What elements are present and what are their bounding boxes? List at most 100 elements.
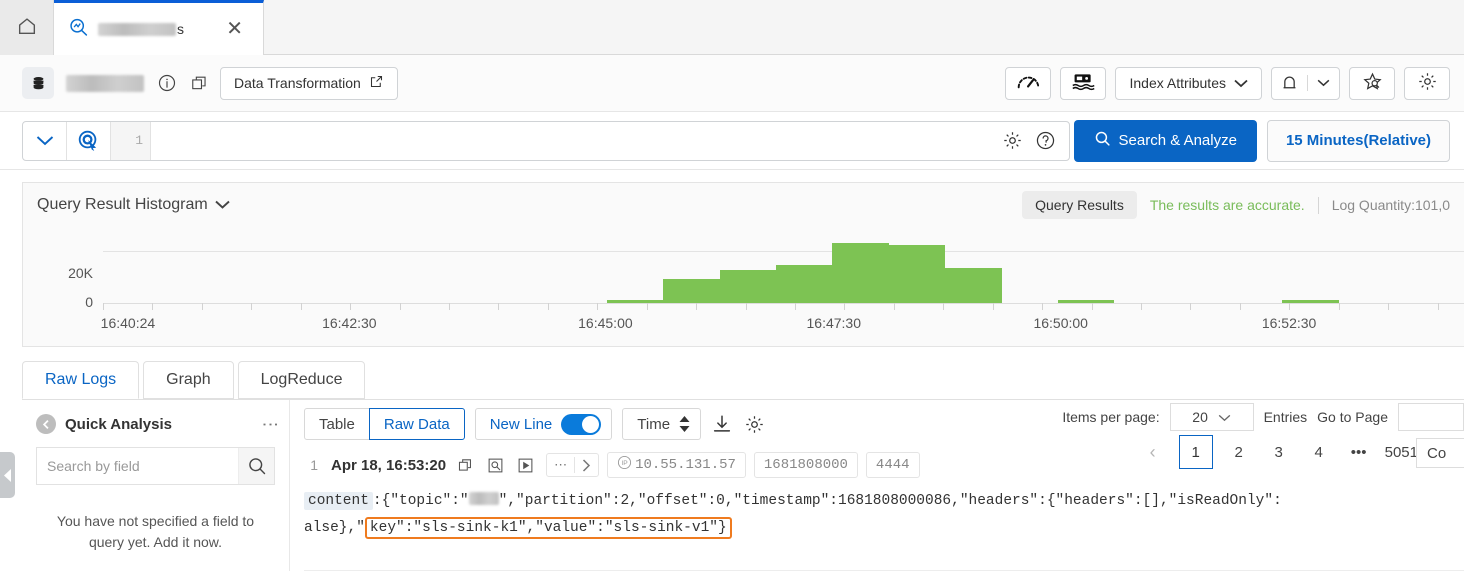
items-per-page-value: 20 xyxy=(1192,409,1208,425)
tag-offset[interactable]: 1681808000 xyxy=(753,452,858,478)
page-button-4[interactable]: 4 xyxy=(1305,437,1333,467)
copy-icon[interactable] xyxy=(188,72,210,94)
x-axis-tick xyxy=(1289,303,1291,310)
query-results-chip[interactable]: Query Results xyxy=(1022,191,1137,219)
expand-editor-button[interactable] xyxy=(23,121,67,160)
x-axis-tick xyxy=(992,303,994,310)
table-view-button[interactable]: Table xyxy=(304,408,370,440)
log-content[interactable]: content:{"topic":" ","partition":2,"offse… xyxy=(290,478,1464,542)
consumption-preview-button[interactable] xyxy=(1060,66,1107,100)
search-by-field-input[interactable] xyxy=(37,448,238,484)
raw-logs-results: Table Raw Data New Line Time Items per p… xyxy=(290,400,1464,571)
histogram-bar[interactable] xyxy=(663,279,720,303)
dashboard-gauge-button[interactable] xyxy=(1005,66,1052,100)
browser-tab[interactable]: s ✕ xyxy=(54,0,264,55)
alarm-split-button[interactable] xyxy=(1271,66,1340,100)
x-axis-tick xyxy=(696,303,698,310)
search-and-analyze-button[interactable]: Search & Analyze xyxy=(1073,119,1257,162)
page-button-3[interactable]: 3 xyxy=(1265,437,1293,467)
confirm-page-button[interactable]: Co xyxy=(1416,438,1464,468)
copy-icon[interactable] xyxy=(454,454,476,476)
ellipsis-icon[interactable]: ⋯ xyxy=(547,454,574,476)
histogram-status: Query Results The results are accurate. … xyxy=(1022,191,1450,219)
go-to-page-input[interactable] xyxy=(1398,403,1464,431)
close-icon[interactable]: ✕ xyxy=(220,19,249,39)
page-button-1[interactable]: 1 xyxy=(1178,435,1213,469)
search-analytics-icon xyxy=(68,17,89,41)
x-axis-tick xyxy=(498,303,500,310)
info-circle-icon[interactable] xyxy=(156,72,178,94)
search-bar: 1 Search & Analyze 15 Minutes(Relative) xyxy=(0,112,1464,170)
gear-icon[interactable] xyxy=(1002,130,1024,152)
collapse-left-icon[interactable] xyxy=(0,452,15,498)
download-icon[interactable] xyxy=(711,413,733,435)
x-axis-tick xyxy=(251,303,253,310)
page-button-2[interactable]: 2 xyxy=(1225,437,1253,467)
time-range-button[interactable]: 15 Minutes(Relative) xyxy=(1266,119,1450,162)
page-ellipsis[interactable]: ••• xyxy=(1345,437,1373,467)
redacted-logstore-name xyxy=(66,74,144,92)
gauge-icon xyxy=(1016,72,1041,95)
new-line-toggle[interactable] xyxy=(561,413,602,435)
chevron-right-icon[interactable] xyxy=(575,454,598,476)
settings-button[interactable] xyxy=(1404,66,1450,100)
row-divider xyxy=(304,570,1464,571)
field-search-box[interactable] xyxy=(36,447,275,485)
search-icon xyxy=(1094,130,1111,151)
pagination: Items per page: 20 Entries Go to Page ‹ … xyxy=(959,400,1464,470)
new-line-toggle-button[interactable]: New Line xyxy=(474,408,613,440)
bell-icon[interactable] xyxy=(1272,68,1307,99)
x-axis-tick xyxy=(300,303,302,310)
histogram-title-dropdown[interactable]: Query Result Histogram xyxy=(37,196,230,214)
chevron-down-icon xyxy=(1234,75,1248,91)
search-icon[interactable] xyxy=(238,448,274,484)
highlighted-key-value: key":"sls-sink-k1","value":"sls-sink-v1"… xyxy=(364,517,732,539)
time-sort-button[interactable]: Time xyxy=(622,408,702,440)
data-transformation-button[interactable]: Data Transformation xyxy=(220,66,398,100)
play-box-icon[interactable] xyxy=(514,454,536,476)
favorite-button[interactable] xyxy=(1349,66,1395,100)
page-button-last[interactable]: 5051 xyxy=(1385,437,1418,467)
chart-plot-area xyxy=(103,235,1464,303)
tab-graph[interactable]: Graph xyxy=(143,361,234,399)
content-line1-pre: :{"topic":" xyxy=(372,493,469,509)
quick-analysis-title: Quick Analysis xyxy=(65,415,172,433)
gear-icon xyxy=(1417,71,1438,95)
x-axis-tick xyxy=(795,303,796,310)
more-vertical-icon[interactable]: ⋮ xyxy=(261,416,280,433)
index-attributes-button[interactable]: Index Attributes xyxy=(1115,66,1262,100)
gear-icon[interactable] xyxy=(743,413,765,435)
x-axis-tick xyxy=(597,303,599,310)
tag-ip[interactable]: IP 10.55.131.57 xyxy=(607,452,746,478)
histogram-bar[interactable] xyxy=(945,268,1002,303)
histogram-bar[interactable] xyxy=(776,265,833,303)
results-area: Quick Analysis ⋮ You have not specified … xyxy=(22,399,1464,571)
x-axis-tick xyxy=(103,303,104,310)
tab-logreduce[interactable]: LogReduce xyxy=(237,361,366,399)
chevron-down-icon[interactable] xyxy=(1308,68,1339,99)
raw-data-view-button[interactable]: Raw Data xyxy=(368,408,465,440)
histogram-bar[interactable] xyxy=(888,245,946,303)
x-axis-tick xyxy=(547,303,549,310)
home-tab-button[interactable] xyxy=(0,0,54,55)
search-and-analyze-label: Search & Analyze xyxy=(1118,132,1237,149)
query-target-icon[interactable] xyxy=(67,121,111,160)
context-search-icon[interactable] xyxy=(484,454,506,476)
histogram-chart[interactable]: 20K 0 16:40:24 16:42:30 16:45:00 16:47:30 16… xyxy=(23,227,1464,345)
histogram-bar[interactable] xyxy=(719,269,776,303)
x-axis-tick xyxy=(893,303,895,310)
x-axis-tick-label: 16:47:30 xyxy=(806,315,862,331)
items-per-page-select[interactable]: 20 xyxy=(1169,403,1254,431)
help-circle-icon[interactable] xyxy=(1035,130,1057,152)
histogram-bar[interactable] xyxy=(832,242,889,303)
gridline-20k xyxy=(103,250,1464,252)
y-axis-label-max: 20K xyxy=(68,265,93,281)
x-axis-tick-label: 16:52:30 xyxy=(1261,315,1317,331)
tab-raw-logs[interactable]: Raw Logs xyxy=(22,361,140,399)
x-axis-tick xyxy=(449,303,450,310)
search-input[interactable] xyxy=(151,121,990,160)
tag-port[interactable]: 4444 xyxy=(865,452,920,478)
chevron-left-circle-icon[interactable] xyxy=(36,414,56,434)
prev-page-button[interactable]: ‹ xyxy=(1139,437,1167,467)
query-editor[interactable]: 1 xyxy=(22,120,1070,161)
